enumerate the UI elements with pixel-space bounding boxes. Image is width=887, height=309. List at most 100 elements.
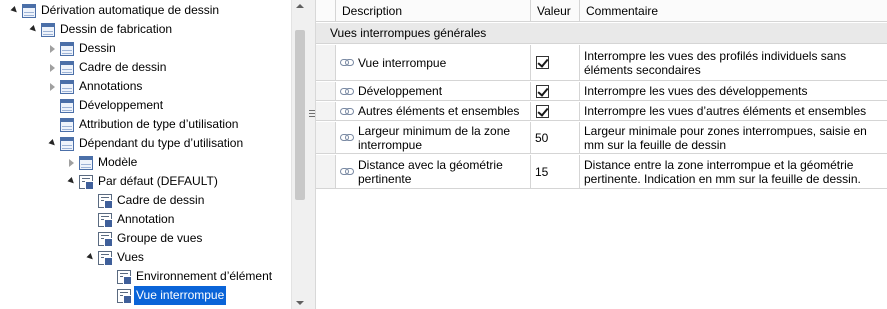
tree-item[interactable]: Dessin [46,39,118,58]
tree-item-label: Attribution de type d’utilisation [79,117,239,131]
column-header-comment[interactable]: Commentaire [580,0,887,22]
link-icon [340,58,354,67]
collapse-arrow-icon[interactable] [65,153,77,172]
tree-item-label: Dessin de fabrication [60,22,173,36]
tree-item-label: Vue interrompue [134,286,227,305]
tree-item-label: Dessin [79,41,116,55]
header-gutter [316,0,336,22]
tree-item[interactable]: Annotation [84,210,176,229]
expand-arrow-icon[interactable] [27,20,39,39]
value-checkbox[interactable] [536,104,549,118]
group-header[interactable]: Vues interrompues générales [316,23,887,44]
value-checkbox[interactable] [536,84,549,98]
tree-item-label: Dépendant du type d’utilisation [79,136,244,150]
tree-toggle-spacer [84,229,96,248]
tree-item[interactable]: Vues [84,248,146,267]
tree-item-label: Vues [117,250,144,264]
table-row[interactable]: Distance avec la géométrie pertinente 15 D… [316,155,887,189]
description-cell: Autres éléments et ensembles [336,102,531,120]
table-row[interactable]: Vue interrompue Interrompre les vues des … [316,45,887,81]
tree-panel[interactable]: Dérivation automatique de dessin Dessin d… [0,0,291,309]
description-text: Distance avec la géométrie pertinente [358,157,503,186]
table-icon [60,79,74,94]
tree-item-label: Cadre de dessin [117,193,205,207]
tree-item-label: Développement [79,98,164,112]
settings-page-icon [79,174,94,190]
tree-item[interactable]: Vue interrompue [103,286,227,305]
value-checkbox[interactable] [536,56,549,69]
expand-arrow-icon[interactable] [46,134,58,153]
tree-item[interactable]: Groupe de vues [84,229,204,248]
table-row[interactable]: Largeur minimum de la zone interrompue 50… [316,122,887,154]
scroll-up-icon[interactable] [296,4,304,8]
tree-item[interactable]: Annotations [46,77,144,96]
tree-item[interactable]: Cadre de dessin [46,58,168,77]
tree-item[interactable]: Dessin de fabrication [27,20,174,39]
table-icon [60,60,74,75]
table-icon [60,117,74,132]
tree-toggle-spacer [84,191,96,210]
row-gutter [316,102,336,120]
description-cell: Distance avec la géométrie pertinente [336,155,531,188]
value-cell[interactable] [531,45,580,80]
collapse-arrow-icon[interactable] [46,39,58,58]
grip-icon [309,110,315,117]
table-row[interactable]: Autres éléments et ensembles Interrompre … [316,102,887,121]
link-icon [340,133,354,142]
value-text[interactable]: 15 [535,165,548,179]
tree-item-label: Groupe de vues [117,231,203,245]
description-text: Largeur minimum de la zone interrompue [358,123,511,152]
tree-item-label: Annotation [117,212,175,226]
tree-item[interactable]: Modèle [65,153,139,172]
table-icon [60,136,74,151]
value-cell[interactable] [531,82,580,100]
tree-item[interactable]: Par défaut (DEFAULT) [65,172,220,191]
tree-item[interactable]: Dérivation automatique de dessin [8,1,221,20]
settings-page-icon [98,250,113,266]
tree-toggle-spacer [103,286,115,305]
value-cell[interactable]: 50 [531,122,580,153]
tree-item[interactable]: Développement [46,96,165,115]
tree-item[interactable]: Dépendant du type d’utilisation [46,134,245,153]
tree-item-label: Dérivation automatique de dessin [41,3,220,17]
comment-cell: Interrompre les vues des développements [584,84,808,98]
row-gutter [316,155,336,188]
collapse-arrow-icon[interactable] [46,77,58,96]
expand-arrow-icon[interactable] [8,1,20,20]
tree-scrollbar[interactable] [291,0,308,309]
description-cell: Développement [336,82,531,100]
tree-item[interactable]: Environnement d’élément [103,267,274,286]
tree-item-label: Par défaut (DEFAULT) [98,174,218,188]
scroll-thumb[interactable] [295,30,305,200]
comment-cell: Largeur minimale pour zones interrompues… [584,123,867,152]
tree-toggle-spacer [46,115,58,134]
scroll-down-icon[interactable] [296,301,304,305]
column-header-value[interactable]: Valeur [531,0,580,22]
value-text[interactable]: 50 [535,131,548,145]
table-row[interactable]: Développement Interrompre les vues des dé… [316,82,887,101]
pane-splitter[interactable] [308,0,316,309]
row-gutter [316,122,336,153]
link-icon [340,167,354,176]
collapse-arrow-icon[interactable] [46,58,58,77]
grid-header: Description Valeur Commentaire [316,0,887,22]
expand-arrow-icon[interactable] [65,172,77,191]
row-gutter [316,45,336,80]
tree-toggle-spacer [46,96,58,115]
tree-item[interactable]: Attribution de type d’utilisation [46,115,240,134]
expand-arrow-icon[interactable] [84,248,96,267]
description-text: Autres éléments et ensembles [358,104,520,118]
value-cell[interactable] [531,102,580,120]
link-icon [340,107,354,116]
description-cell: Largeur minimum de la zone interrompue [336,122,531,153]
tree-item[interactable]: Cadre de dessin [84,191,206,210]
tree-item-label: Cadre de dessin [79,60,167,74]
comment-cell: Interrompre les vues d’autres éléments e… [584,104,867,118]
value-cell[interactable]: 15 [531,155,580,188]
column-header-description[interactable]: Description [336,0,531,22]
row-gutter [316,82,336,100]
tree-item-label: Environnement d’élément [136,269,273,283]
comment-cell: Interrompre les vues des profilés indivi… [584,48,847,77]
description-text: Vue interrompue [358,55,447,70]
tree-toggle-spacer [84,210,96,229]
